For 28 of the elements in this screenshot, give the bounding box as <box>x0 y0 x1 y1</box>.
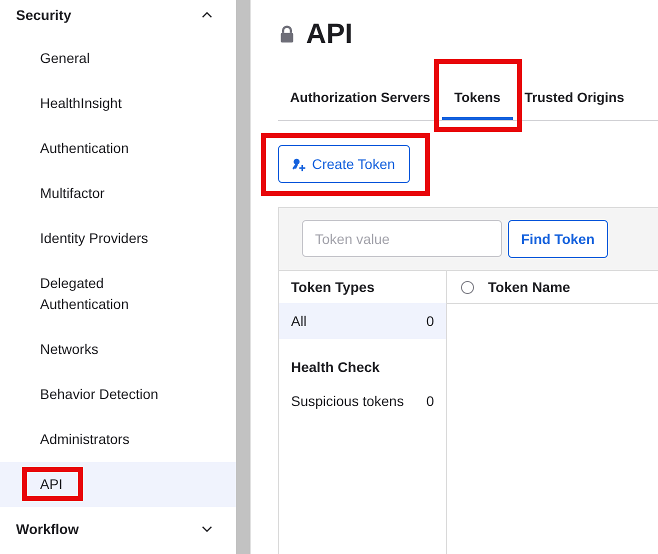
nav-item[interactable]: Multifactor <box>0 171 236 216</box>
page-title: API <box>306 18 353 50</box>
scrollbar[interactable] <box>236 0 251 554</box>
tab[interactable]: Tokens <box>442 80 513 120</box>
filter-heading: Health Check <box>290 358 381 377</box>
filter-option[interactable]: All 0 <box>279 303 446 339</box>
nav-item[interactable]: Networks <box>0 327 236 372</box>
token-value-field[interactable]: Token value <box>302 220 502 257</box>
radio-button[interactable] <box>461 280 474 294</box>
section-header[interactable]: Workflow <box>0 507 236 547</box>
nav-item[interactable]: Delegated Authentication <box>0 261 236 327</box>
tab[interactable]: Authorization Servers <box>278 80 442 120</box>
section-header[interactable]: Security <box>0 0 236 33</box>
filter-heading: Token Types <box>290 278 376 297</box>
nav-item[interactable]: General <box>0 36 236 81</box>
key-plus-icon <box>291 156 306 172</box>
tab[interactable]: Trusted Origins <box>512 80 636 120</box>
find-token-button[interactable]: Find Token <box>508 220 608 258</box>
create-token-button[interactable]: Create Token <box>278 145 410 183</box>
nav-item[interactable]: API <box>0 462 236 507</box>
nav-item[interactable]: Administrators <box>0 417 236 462</box>
nav-item[interactable]: HealthInsight <box>0 81 236 126</box>
nav-item[interactable]: Identity Providers <box>0 216 236 261</box>
nav-item[interactable]: Behavior Detection <box>0 372 236 417</box>
lock-icon <box>278 24 296 44</box>
filter-option[interactable]: Suspicious tokens 0 <box>279 383 446 419</box>
column-header: Token Name <box>488 279 570 295</box>
nav-item[interactable]: Authentication <box>0 126 236 171</box>
